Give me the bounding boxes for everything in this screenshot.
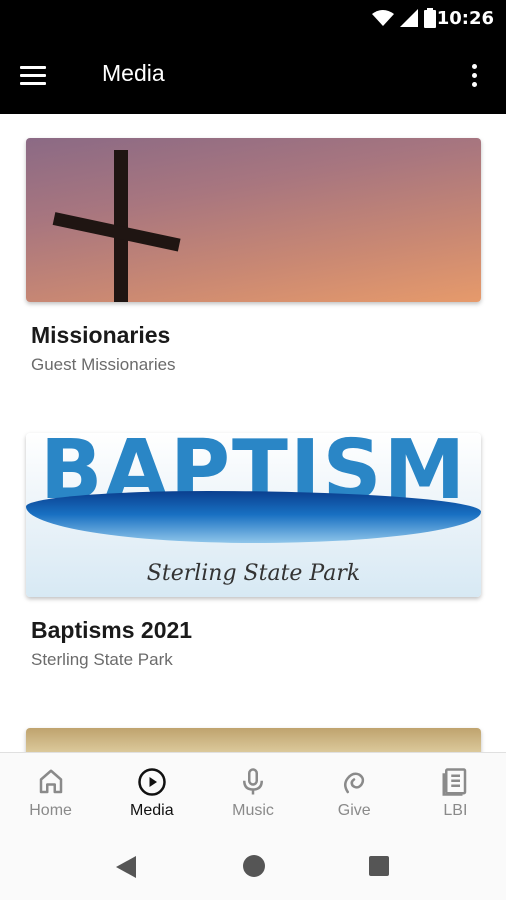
microphone-icon — [243, 768, 263, 795]
nav-music[interactable]: Music — [202, 753, 303, 836]
menu-icon[interactable] — [20, 58, 54, 92]
battery-icon — [424, 8, 436, 28]
card-subtitle: Sterling State Park — [31, 650, 173, 669]
card-title: Baptisms 2021 — [31, 617, 193, 643]
nav-home[interactable]: Home — [0, 753, 101, 836]
wifi-icon — [372, 10, 394, 26]
recents-icon[interactable] — [369, 856, 389, 876]
media-list: Missionaries Guest Missionaries BAPTISM … — [0, 114, 506, 752]
home-button-icon[interactable] — [243, 855, 265, 877]
book-icon — [442, 768, 467, 796]
media-card-partial[interactable] — [26, 728, 481, 752]
status-icons — [372, 8, 436, 28]
system-navigation-bar — [0, 836, 506, 900]
nav-give[interactable]: Give — [304, 753, 405, 836]
signal-icon — [400, 9, 418, 27]
nav-label: Give — [337, 802, 371, 819]
status-bar: 10:26 — [0, 0, 506, 36]
nav-label: Home — [29, 802, 72, 819]
nav-lbi[interactable]: LBI — [405, 753, 506, 836]
play-circle-icon — [138, 768, 166, 796]
card-image-baptism: BAPTISM Sterling State Park — [26, 433, 481, 597]
nav-label: LBI — [443, 802, 468, 819]
card-image-map — [26, 728, 481, 752]
back-icon[interactable] — [116, 856, 136, 878]
baptism-graphic-caption: Sterling State Park — [146, 561, 361, 586]
home-icon — [39, 769, 62, 794]
app-bar: Media — [0, 36, 506, 114]
card-subtitle: Guest Missionaries — [31, 355, 176, 374]
status-time: 10:26 — [436, 8, 494, 29]
page-title: Media — [102, 60, 165, 86]
media-card-missionaries[interactable]: Missionaries Guest Missionaries — [26, 138, 481, 375]
nav-label: Music — [232, 802, 274, 819]
card-title: Missionaries — [31, 322, 171, 348]
media-card-baptisms[interactable]: BAPTISM Sterling State Park Baptisms 202… — [26, 433, 481, 670]
nav-media[interactable]: Media — [101, 753, 202, 836]
nav-label: Media — [130, 802, 174, 819]
card-image-cross — [26, 138, 481, 302]
bottom-navigation: Home Media Music Give LBI — [0, 752, 506, 836]
give-icon — [344, 772, 365, 794]
more-vert-icon[interactable] — [462, 58, 486, 92]
